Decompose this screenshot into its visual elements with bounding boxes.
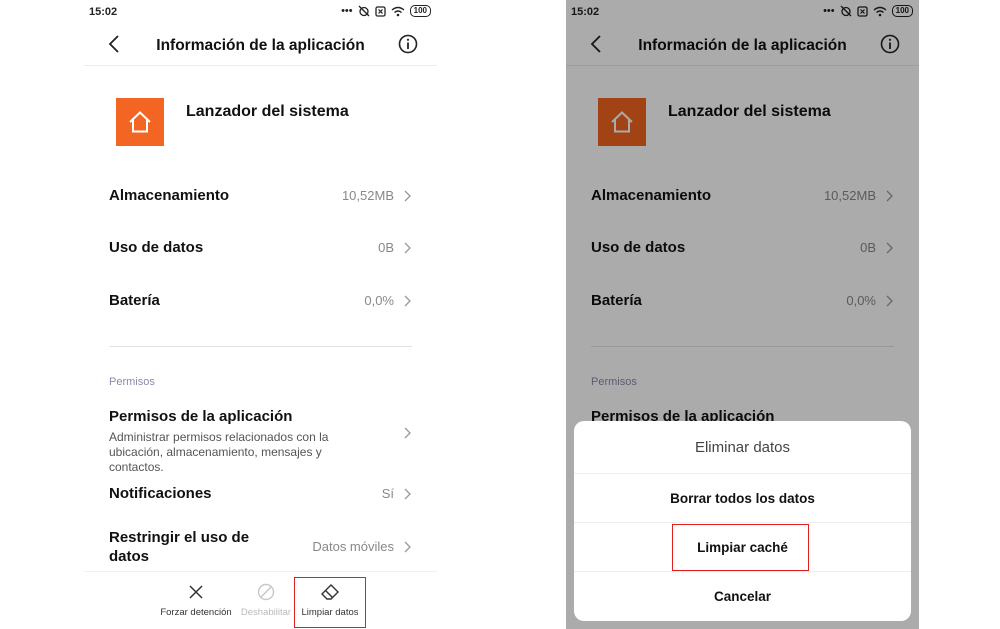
chevron-right-icon <box>404 295 411 307</box>
chevron-right-icon <box>404 541 411 553</box>
info-icon[interactable] <box>397 33 419 55</box>
cancel-button[interactable]: Cancelar <box>574 571 911 620</box>
bottom-action-bar: Forzar detención Deshabilitar Limpiar da… <box>84 571 437 629</box>
status-icons: ••• 100 <box>341 5 431 17</box>
storage-row[interactable]: Almacenamiento 10,52MB <box>109 187 412 215</box>
alarm-off-icon <box>358 5 370 17</box>
app-icon <box>116 98 164 146</box>
more-dots-icon: ••• <box>341 5 353 17</box>
restrict-data-value: Datos móviles <box>312 539 394 554</box>
storage-value: 10,52MB <box>341 188 394 203</box>
app-permissions-description: Administrar permisos relacionados con la… <box>109 430 329 474</box>
data-usage-value: 0B <box>378 240 394 255</box>
force-stop-label: Forzar detención <box>160 607 232 618</box>
chevron-right-icon <box>404 242 411 254</box>
dialog-title: Eliminar datos <box>694 439 791 456</box>
highlight-box <box>672 524 809 571</box>
home-icon <box>129 111 151 133</box>
chevron-right-icon <box>404 488 411 500</box>
clear-data-dialog: Eliminar datos Borrar todos los datos Li… <box>574 421 911 621</box>
phone-screen-right: 15:02 ••• 100 Información de la aplicaci… <box>566 0 919 629</box>
app-name: Lanzador del sistema <box>186 103 349 120</box>
battery-value: 0,0% <box>364 293 394 308</box>
permissions-section-header: Permisos <box>109 376 155 388</box>
battery-row[interactable]: Batería 0,0% <box>109 292 412 320</box>
sim-icon <box>374 5 386 17</box>
chevron-right-icon <box>404 190 411 202</box>
phone-screen-left: 15:02 ••• 100 Información de la aplicaci… <box>84 0 437 629</box>
clear-all-data-button[interactable]: Borrar todos los datos <box>574 473 911 522</box>
status-time: 15:02 <box>89 6 118 18</box>
battery-indicator: 100 <box>409 5 431 17</box>
app-permissions-title[interactable]: Permisos de la aplicación <box>109 408 292 425</box>
force-stop-button[interactable]: Forzar detención <box>156 582 236 618</box>
highlight-box <box>294 577 366 628</box>
page-title: Información de la aplicación <box>156 37 365 54</box>
chevron-right-icon <box>404 427 411 439</box>
close-icon <box>189 585 203 599</box>
block-icon <box>257 583 275 601</box>
battery-label: Batería <box>109 292 160 309</box>
app-bar: Información de la aplicación <box>84 26 437 66</box>
section-divider <box>109 346 412 347</box>
wifi-icon <box>391 6 405 16</box>
notifications-label: Notificaciones <box>109 485 212 502</box>
status-bar: 15:02 ••• 100 <box>84 0 437 26</box>
data-usage-row[interactable]: Uso de datos 0B <box>109 239 412 267</box>
restrict-data-row[interactable]: Datos móviles <box>109 538 412 566</box>
app-bar-divider <box>84 65 437 66</box>
data-usage-label: Uso de datos <box>109 239 204 256</box>
notifications-row[interactable]: Notificaciones Sí <box>109 485 412 513</box>
storage-label: Almacenamiento <box>109 187 230 204</box>
notifications-value: Sí <box>381 486 394 501</box>
